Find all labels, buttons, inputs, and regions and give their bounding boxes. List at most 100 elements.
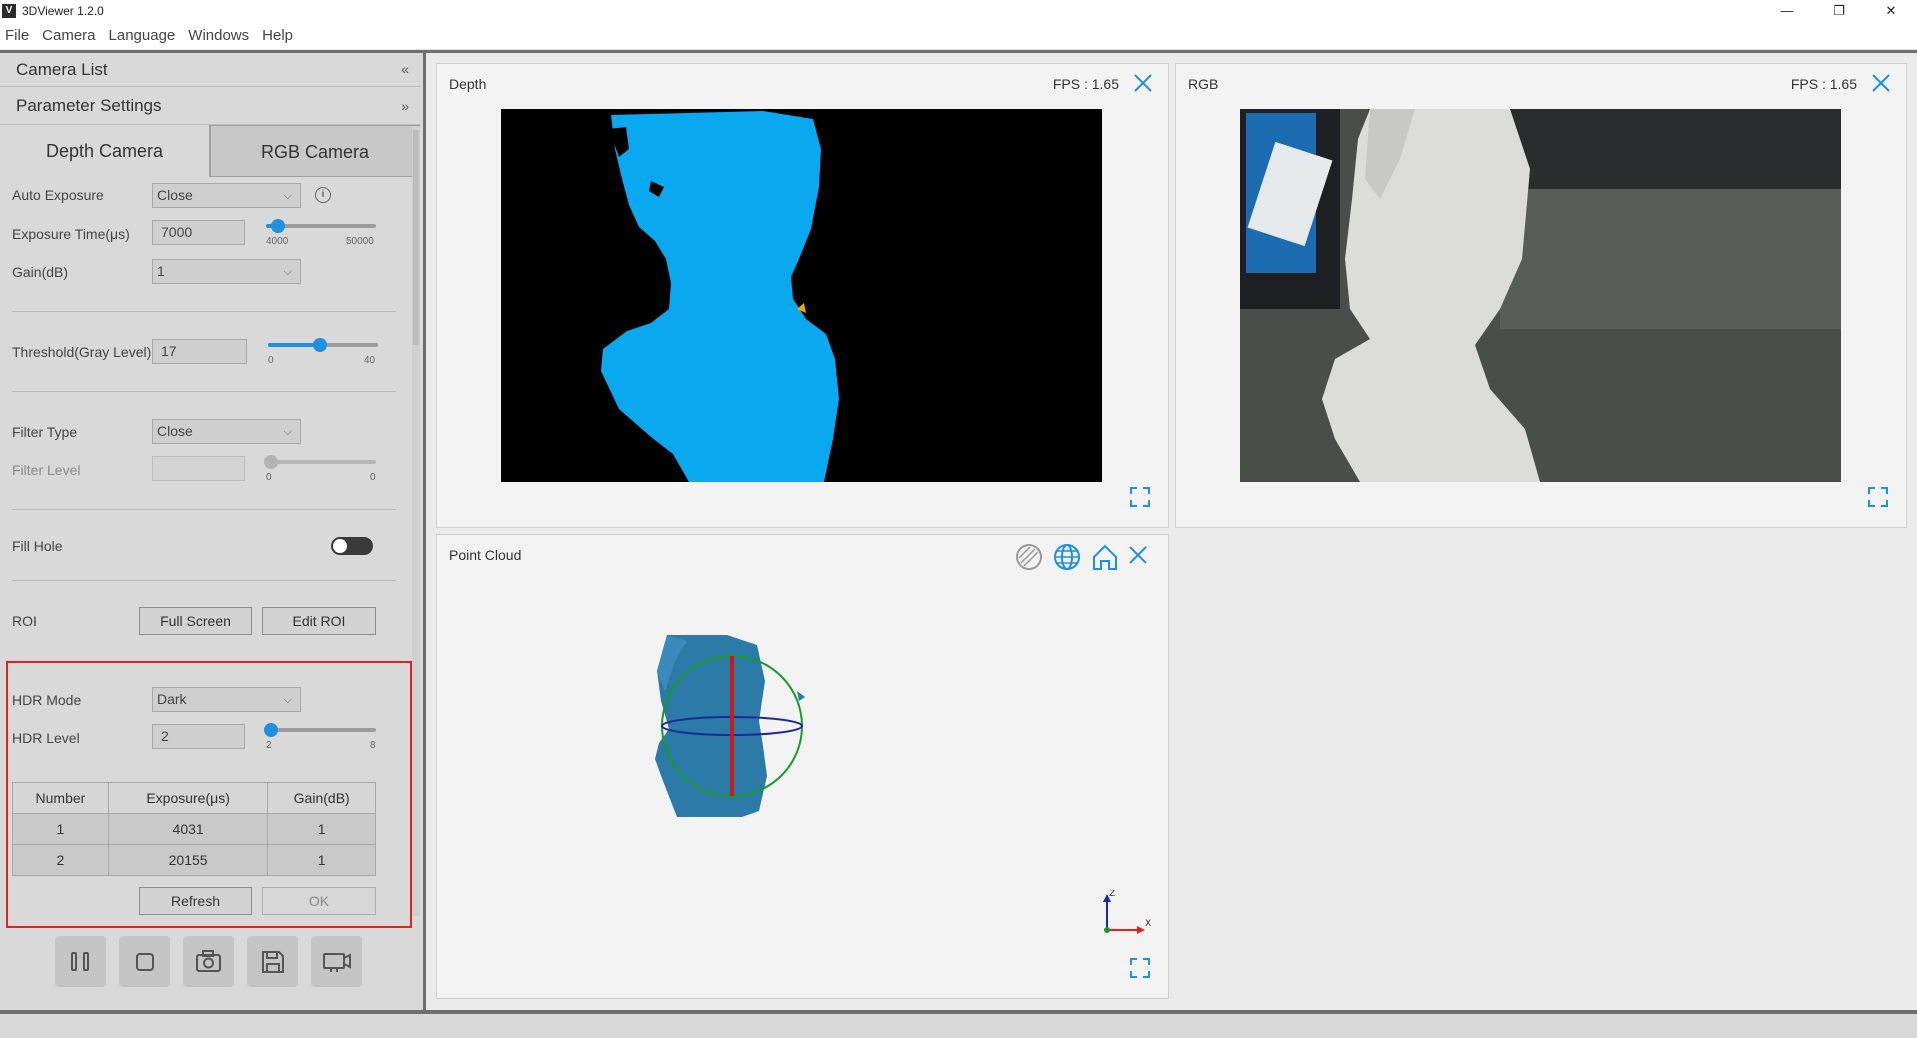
roi-label: ROI [12, 613, 37, 629]
app-logo-icon: V [2, 4, 16, 18]
globe-icon[interactable] [1053, 543, 1081, 571]
expand-icon[interactable] [1130, 487, 1150, 507]
tab-depth-camera[interactable]: Depth Camera [0, 125, 210, 177]
filter-type-select[interactable]: Close ⌵ [152, 419, 301, 444]
threshold-slider-knob[interactable] [312, 338, 327, 352]
hdr-level-slider-knob[interactable] [264, 723, 278, 737]
filter-level-slider[interactable] [264, 455, 376, 469]
window-controls: — ❐ ✕ [1761, 0, 1917, 22]
record-button[interactable] [311, 936, 362, 987]
close-icon[interactable] [1870, 72, 1892, 94]
hdr-mode-select[interactable]: Dark ⌵ [152, 687, 301, 712]
chevron-down-icon: ⌵ [283, 266, 292, 278]
close-icon[interactable] [1132, 72, 1154, 94]
capture-toolbar [0, 936, 421, 988]
table-row[interactable]: 1 4031 1 [12, 813, 376, 845]
threshold-min: 0 [268, 355, 274, 366]
menu-file[interactable]: File [5, 27, 29, 44]
save-button[interactable] [247, 936, 298, 987]
depth-image [501, 109, 1102, 482]
threshold-slider[interactable] [268, 338, 378, 352]
filter-level-label: Filter Level [12, 462, 81, 478]
svg-text:Z: Z [1109, 890, 1115, 899]
point-cloud-title: Point Cloud [449, 547, 522, 563]
fill-hole-label: Fill Hole [12, 538, 63, 554]
settings-scrollbar-thumb[interactable] [413, 130, 419, 345]
table-cell[interactable]: 4031 [107, 813, 269, 845]
svg-text:X: X [1145, 919, 1151, 929]
exposure-time-slider[interactable] [266, 219, 376, 233]
depth-fps: FPS : 1.65 [1052, 76, 1119, 92]
record-icon [323, 953, 351, 972]
hdr-mode-value: Dark [157, 691, 187, 707]
section-divider [12, 509, 396, 510]
table-cell[interactable]: 1 [267, 844, 376, 876]
table-row[interactable]: 2 20155 1 [12, 844, 376, 876]
auto-exposure-value: Close [157, 187, 193, 203]
column-header-number: Number [12, 782, 109, 814]
chevron-down-icon: ⌵ [283, 694, 292, 706]
parameter-settings-header[interactable]: Parameter Settings » [0, 88, 421, 125]
table-cell[interactable]: 20155 [107, 844, 269, 876]
capture-button[interactable] [183, 936, 234, 987]
collapse-down-icon[interactable]: » [401, 98, 409, 114]
filter-level-min: 0 [266, 472, 272, 483]
stop-button[interactable] [119, 936, 170, 987]
exposure-time-field[interactable]: 7000 [152, 220, 245, 245]
expand-icon[interactable] [1130, 958, 1150, 978]
fill-hole-toggle[interactable] [331, 537, 373, 555]
filter-level-max: 0 [370, 472, 376, 483]
rgb-photo-scene [1240, 109, 1841, 482]
texture-toggle-icon[interactable] [1015, 543, 1043, 571]
home-icon[interactable] [1091, 543, 1119, 571]
table-cell[interactable]: 1 [267, 813, 376, 845]
chevron-down-icon: ⌵ [283, 190, 292, 202]
section-divider [12, 391, 396, 392]
refresh-button[interactable]: Refresh [139, 887, 252, 915]
hdr-level-min: 2 [266, 740, 272, 751]
gain-label: Gain(dB) [12, 264, 69, 280]
hdr-level-label: HDR Level [12, 730, 80, 746]
hdr-level-slider[interactable] [264, 723, 376, 737]
gain-select[interactable]: 1 ⌵ [152, 259, 301, 284]
info-icon[interactable]: i [315, 187, 331, 203]
filter-level-field[interactable] [152, 456, 245, 481]
depth-title: Depth [449, 76, 487, 92]
camera-list-label: Camera List [16, 59, 108, 79]
camera-tabs: Depth Camera RGB Camera [0, 125, 421, 177]
rgb-title: RGB [1188, 76, 1219, 92]
auto-exposure-select[interactable]: Close ⌵ [152, 183, 301, 208]
expand-icon[interactable] [1868, 487, 1888, 507]
status-bar [0, 1014, 1917, 1038]
close-window-button[interactable]: ✕ [1865, 0, 1917, 22]
minimize-button[interactable]: — [1761, 0, 1813, 22]
close-icon[interactable] [1127, 544, 1149, 566]
title-bar: V 3DViewer 1.2.0 — ❐ ✕ [0, 0, 1917, 22]
filter-type-value: Close [157, 423, 193, 439]
hdr-level-field[interactable]: 2 [152, 724, 245, 749]
parameter-settings-label: Parameter Settings [16, 96, 162, 115]
edit-roi-button[interactable]: Edit ROI [262, 607, 376, 635]
threshold-field[interactable]: 17 [152, 339, 247, 364]
capture-icon [196, 950, 221, 972]
filter-type-label: Filter Type [12, 424, 78, 440]
collapse-left-icon[interactable]: « [401, 61, 409, 77]
restore-button[interactable]: ❐ [1813, 0, 1865, 22]
menu-help[interactable]: Help [262, 27, 293, 44]
section-divider [12, 311, 396, 312]
camera-list-header[interactable]: Camera List « [0, 53, 421, 87]
ok-button[interactable]: OK [262, 887, 376, 915]
chevron-down-icon: ⌵ [283, 426, 292, 438]
filter-level-slider-knob[interactable] [264, 455, 278, 469]
full-screen-button[interactable]: Full Screen [139, 607, 252, 635]
exposure-time-max: 50000 [346, 236, 374, 247]
menu-camera[interactable]: Camera [42, 27, 95, 44]
rgb-image [1240, 109, 1841, 482]
column-header-gain: Gain(dB) [267, 782, 376, 814]
menu-language[interactable]: Language [109, 27, 176, 44]
stop-icon [136, 953, 154, 971]
tab-rgb-camera[interactable]: RGB Camera [210, 125, 420, 177]
menu-windows[interactable]: Windows [188, 27, 249, 44]
pause-button[interactable] [55, 936, 106, 987]
hdr-level-max: 8 [370, 740, 376, 751]
